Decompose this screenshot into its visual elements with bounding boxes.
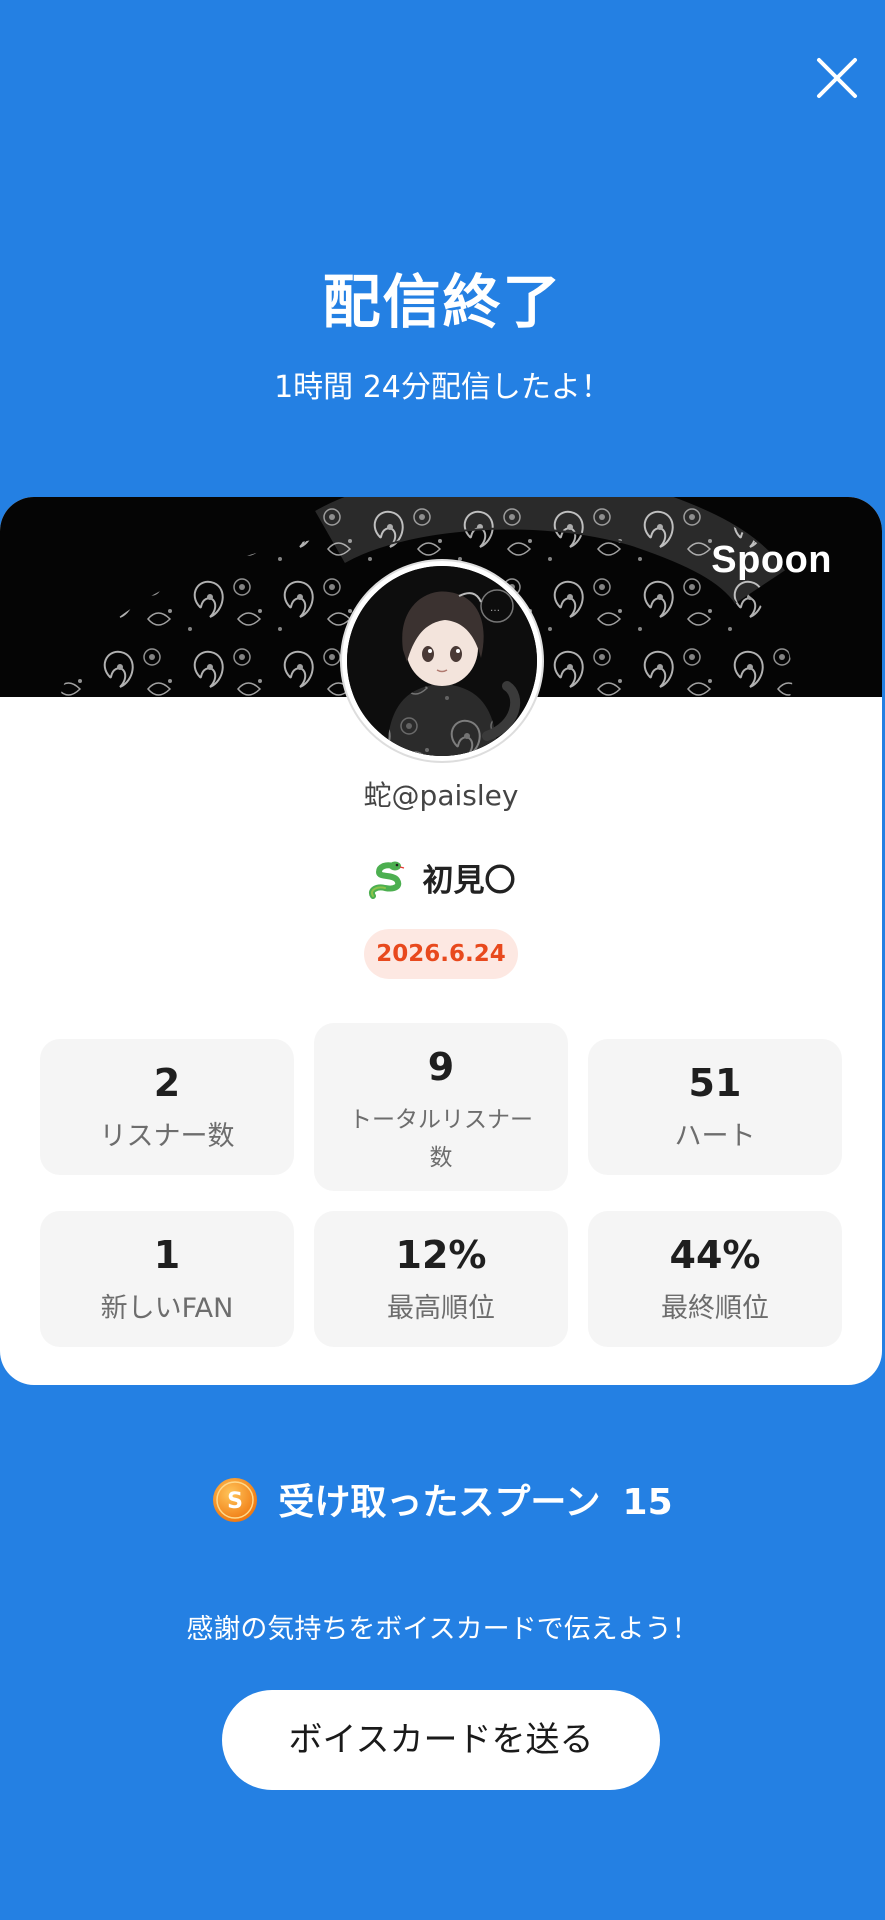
broadcast-result-card: Spoon … 蛇@paisley 初見〇 2026.6.24 2 リスナー数 … [0, 497, 882, 1385]
stat-value: 9 [427, 1045, 455, 1089]
send-voice-card-button[interactable]: ボイスカードを送る [222, 1690, 660, 1790]
stat-value: 12% [395, 1233, 487, 1277]
username: 蛇@paisley [363, 779, 519, 812]
received-spoons: S 受け取ったスプーン 15 [0, 1473, 885, 1527]
stat-label: 最高順位 [387, 1293, 495, 1324]
duration-subtitle: 1時間 24分配信したよ！ [274, 370, 611, 405]
snake-emoji-icon [367, 860, 405, 900]
spoons-count: 15 [622, 1482, 673, 1523]
stat-value: 1 [153, 1233, 181, 1277]
close-icon [817, 58, 857, 98]
stat-new-fans: 1 新しいFAN [40, 1211, 294, 1347]
stat-highest-rank: 12% 最高順位 [314, 1211, 568, 1347]
stat-label: ハート [674, 1121, 756, 1152]
stat-label: リスナー数 [99, 1121, 235, 1152]
date-badge: 2026.6.24 [364, 929, 518, 979]
stat-label: 新しいFAN [100, 1293, 234, 1324]
svg-text:…: … [490, 603, 500, 614]
close-button[interactable] [807, 48, 867, 108]
page-title: 配信終了 [322, 268, 563, 336]
stat-listeners: 2 リスナー数 [40, 1039, 294, 1175]
svg-text:S: S [227, 1489, 243, 1514]
spoon-coin-icon: S [212, 1477, 258, 1523]
live-title: 初見〇 [0, 855, 882, 903]
stat-value: 44% [669, 1233, 761, 1277]
stat-total-listeners: 9 トータルリスナー数 [314, 1023, 568, 1191]
spoons-label: 受け取ったスプーン [278, 1482, 601, 1523]
thanks-message: 感謝の気持ちをボイスカードで伝えよう！ [186, 1614, 699, 1645]
stat-hearts: 51 ハート [588, 1039, 842, 1175]
stat-value: 2 [153, 1061, 181, 1105]
stat-label: トータルリスナー数 [349, 1107, 533, 1171]
spoon-brand-logo: Spoon [711, 539, 832, 581]
avatar: … [342, 561, 542, 761]
stat-final-rank: 44% 最終順位 [588, 1211, 842, 1347]
stat-label: 最終順位 [661, 1293, 769, 1324]
stat-value: 51 [688, 1061, 742, 1105]
live-title-text: 初見〇 [422, 863, 516, 899]
